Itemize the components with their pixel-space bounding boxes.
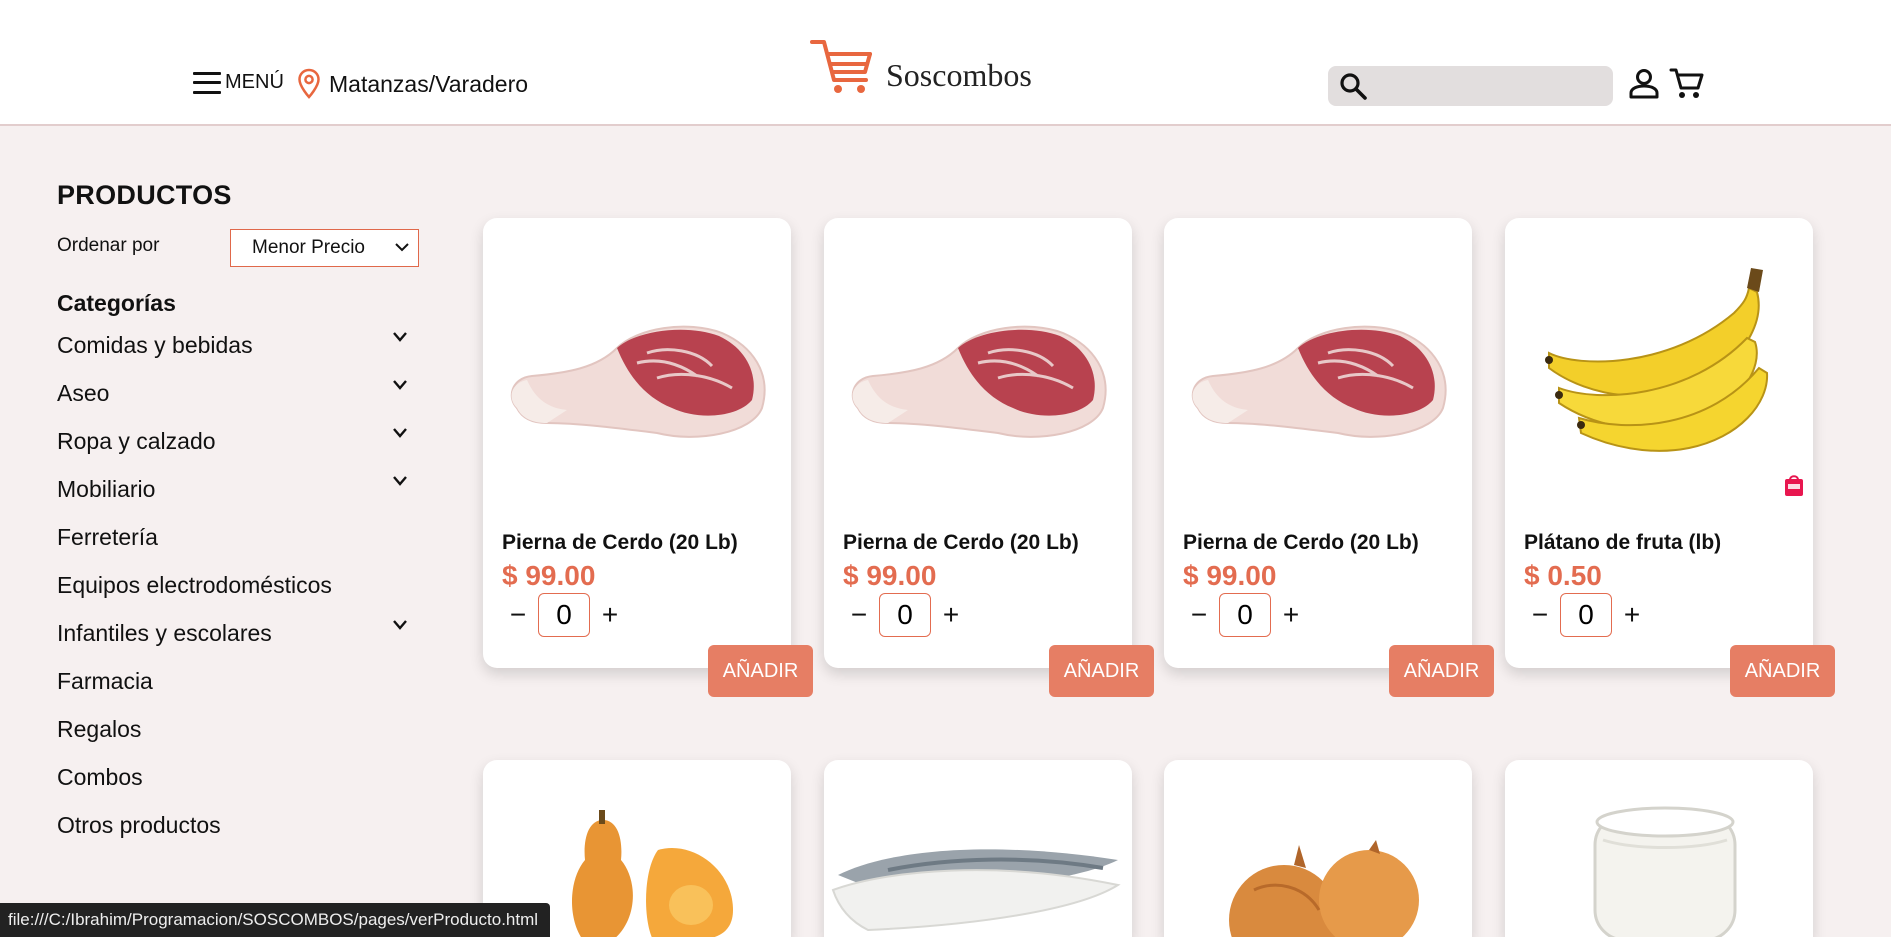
category-label: Combos xyxy=(57,763,143,790)
category-item-farmacia[interactable]: Farmacia xyxy=(57,657,417,705)
shopping-cart-icon[interactable] xyxy=(1669,66,1705,100)
yogurt-jar-image xyxy=(1593,806,1737,937)
product-price: $ 0.50 xyxy=(1524,560,1602,591)
sidebar: PRODUCTOS Ordenar por Menor Precio Categ… xyxy=(57,180,419,849)
category-label: Regalos xyxy=(57,715,142,742)
quantity-stepper: − + xyxy=(1183,593,1307,637)
shopping-cart-logo-icon xyxy=(810,40,872,93)
product-card[interactable] xyxy=(824,760,1132,937)
category-label: Comidas y bebidas xyxy=(57,331,253,358)
chevron-down-icon[interactable] xyxy=(392,331,408,343)
fish-fillet-image xyxy=(831,849,1121,932)
location-pin-icon xyxy=(298,68,320,99)
pork-leg-image xyxy=(851,325,1107,438)
menu-button[interactable]: MENÚ xyxy=(193,71,284,94)
chevron-down-icon[interactable] xyxy=(392,379,408,391)
location-label: Matanzas/Varadero xyxy=(329,70,529,97)
site-logo[interactable]: Soscombos xyxy=(810,38,1032,96)
increase-button[interactable]: + xyxy=(1616,601,1648,629)
onion-image xyxy=(1229,840,1419,937)
quantity-stepper: − + xyxy=(502,593,626,637)
add-to-cart-button[interactable]: AÑADIR xyxy=(1389,645,1494,697)
sort-label: Ordenar por xyxy=(57,235,160,256)
product-name: Pierna de Cerdo (20 Lb) xyxy=(1183,531,1419,554)
decrease-button[interactable]: − xyxy=(843,601,875,629)
product-price: $ 99.00 xyxy=(1183,560,1277,591)
decrease-button[interactable]: − xyxy=(502,601,534,629)
squash-image xyxy=(572,810,733,937)
site-header: MENÚ Matanzas/Varadero Soscombos xyxy=(0,0,1891,126)
search-icon[interactable] xyxy=(1338,71,1368,101)
pork-leg-image xyxy=(510,325,766,438)
category-label: Otros productos xyxy=(57,811,221,838)
increase-button[interactable]: + xyxy=(594,601,626,629)
product-name: Pierna de Cerdo (20 Lb) xyxy=(502,531,738,554)
product-name: Pierna de Cerdo (20 Lb) xyxy=(843,531,1079,554)
chevron-down-icon[interactable] xyxy=(392,619,408,631)
chevron-down-icon xyxy=(395,243,409,252)
category-label: Ferretería xyxy=(57,523,158,550)
add-to-cart-button[interactable]: AÑADIR xyxy=(1730,645,1835,697)
add-to-cart-button[interactable]: AÑADIR xyxy=(708,645,813,697)
store-bag-icon xyxy=(1785,475,1803,496)
sort-row: Ordenar por Menor Precio xyxy=(57,229,419,269)
product-card[interactable]: Pierna de Cerdo (20 Lb) $ 99.00 − + AÑAD… xyxy=(824,218,1154,697)
product-price: $ 99.00 xyxy=(502,560,596,591)
brand-name: Soscombos xyxy=(886,56,1032,93)
decrease-button[interactable]: − xyxy=(1524,601,1556,629)
product-card[interactable]: Plátano de fruta (lb) $ 0.50 − + AÑADIR xyxy=(1505,218,1835,697)
increase-button[interactable]: + xyxy=(1275,601,1307,629)
category-item-regalos[interactable]: Regalos xyxy=(57,705,417,753)
chevron-down-icon[interactable] xyxy=(392,475,408,487)
quantity-input[interactable] xyxy=(538,593,590,637)
product-card[interactable] xyxy=(1164,760,1472,937)
quantity-input[interactable] xyxy=(879,593,931,637)
products-heading: PRODUCTOS xyxy=(57,180,232,210)
sort-selected-value: Menor Precio xyxy=(252,237,365,258)
location-selector[interactable]: Matanzas/Varadero xyxy=(297,68,528,100)
hamburger-icon xyxy=(193,71,221,94)
search-input[interactable] xyxy=(1376,66,1613,106)
product-name: Plátano de fruta (lb) xyxy=(1524,531,1722,554)
quantity-input[interactable] xyxy=(1219,593,1271,637)
increase-button[interactable]: + xyxy=(935,601,967,629)
category-label: Farmacia xyxy=(57,667,153,694)
category-item-ropa[interactable]: Ropa y calzado xyxy=(57,417,417,465)
product-card[interactable]: Pierna de Cerdo (20 Lb) $ 99.00 − + AÑAD… xyxy=(483,218,813,697)
category-item-infantiles[interactable]: Infantiles y escolares xyxy=(57,609,417,657)
add-to-cart-button[interactable]: AÑADIR xyxy=(1049,645,1154,697)
category-label: Mobiliario xyxy=(57,475,156,502)
quantity-input[interactable] xyxy=(1560,593,1612,637)
category-label: Aseo xyxy=(57,379,110,406)
product-card[interactable] xyxy=(1505,760,1813,937)
category-item-mobiliario[interactable]: Mobiliario xyxy=(57,465,417,513)
banana-image xyxy=(1545,268,1769,452)
category-label: Equipos electrodomésticos xyxy=(57,571,332,598)
sort-select[interactable]: Menor Precio xyxy=(230,229,419,267)
category-item-combos[interactable]: Combos xyxy=(57,753,417,801)
category-label: Ropa y calzado xyxy=(57,427,216,454)
category-label: Infantiles y escolares xyxy=(57,619,272,646)
pork-leg-image xyxy=(1191,325,1447,438)
category-item-electrodomesticos[interactable]: Equipos electrodomésticos xyxy=(57,561,417,609)
category-item-aseo[interactable]: Aseo xyxy=(57,369,417,417)
quantity-stepper: − + xyxy=(843,593,967,637)
product-price: $ 99.00 xyxy=(843,560,937,591)
search-box[interactable] xyxy=(1328,66,1613,106)
category-list: Comidas y bebidas Aseo Ropa y calzado Mo… xyxy=(57,321,417,849)
quantity-stepper: − + xyxy=(1524,593,1648,637)
product-card[interactable]: Pierna de Cerdo (20 Lb) $ 99.00 − + AÑAD… xyxy=(1164,218,1494,697)
category-item-comidas[interactable]: Comidas y bebidas xyxy=(57,321,417,369)
category-item-ferreteria[interactable]: Ferretería xyxy=(57,513,417,561)
category-item-otros[interactable]: Otros productos xyxy=(57,801,417,849)
user-account-icon[interactable] xyxy=(1627,66,1661,100)
menu-label: MENÚ xyxy=(225,71,284,93)
decrease-button[interactable]: − xyxy=(1183,601,1215,629)
categories-heading: Categorías xyxy=(57,290,176,316)
browser-status-bar: file:///C:/Ibrahim/Programacion/SOSCOMBO… xyxy=(0,903,551,937)
chevron-down-icon[interactable] xyxy=(392,427,408,439)
